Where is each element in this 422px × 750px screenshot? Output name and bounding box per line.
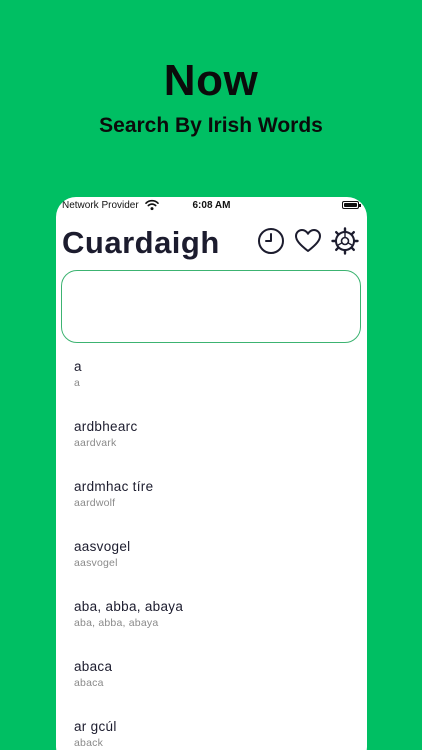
phone-screen: Network Provider 6:08 AM Cuardaigh a a a… <box>56 197 367 750</box>
heart-icon[interactable] <box>294 227 322 255</box>
list-item[interactable]: ardbhearc aardvark <box>56 417 367 477</box>
irish-word: ardmhac tíre <box>74 479 154 494</box>
list-item[interactable]: aba, abba, abaya aba, abba, abaya <box>56 597 367 657</box>
search-input[interactable] <box>61 270 361 343</box>
english-translation: a <box>74 377 81 389</box>
irish-word: a <box>74 359 82 374</box>
status-bar: Network Provider 6:08 AM <box>56 197 367 215</box>
page-title: Cuardaigh <box>62 225 220 260</box>
english-translation: aardwolf <box>74 497 116 509</box>
settings-icon[interactable] <box>331 227 359 255</box>
list-item[interactable]: ardmhac tíre aardwolf <box>56 477 367 537</box>
battery-icon <box>342 201 361 209</box>
irish-word: aba, abba, abaya <box>74 599 184 614</box>
english-translation: abaca <box>74 677 104 689</box>
english-translation: aba, abba, abaya <box>74 617 159 629</box>
irish-word: ar gcúl <box>74 719 117 734</box>
status-time: 6:08 AM <box>192 200 231 211</box>
list-item[interactable]: ar gcúl aback <box>56 717 367 750</box>
history-icon[interactable] <box>257 227 285 255</box>
word-list: a a ardbhearc aardvark ardmhac tíre aard… <box>56 357 367 750</box>
english-translation: aardvark <box>74 437 117 449</box>
list-item[interactable]: aasvogel aasvogel <box>56 537 367 597</box>
english-translation: aback <box>74 737 104 749</box>
irish-word: ardbhearc <box>74 419 138 434</box>
promo-subline: Search By Irish Words <box>99 114 323 137</box>
list-item[interactable]: a a <box>56 357 367 417</box>
list-item[interactable]: abaca abaca <box>56 657 367 717</box>
promo-headline: Now <box>163 56 259 105</box>
irish-word: aasvogel <box>74 539 131 554</box>
irish-word: abaca <box>74 659 113 674</box>
english-translation: aasvogel <box>74 557 118 569</box>
